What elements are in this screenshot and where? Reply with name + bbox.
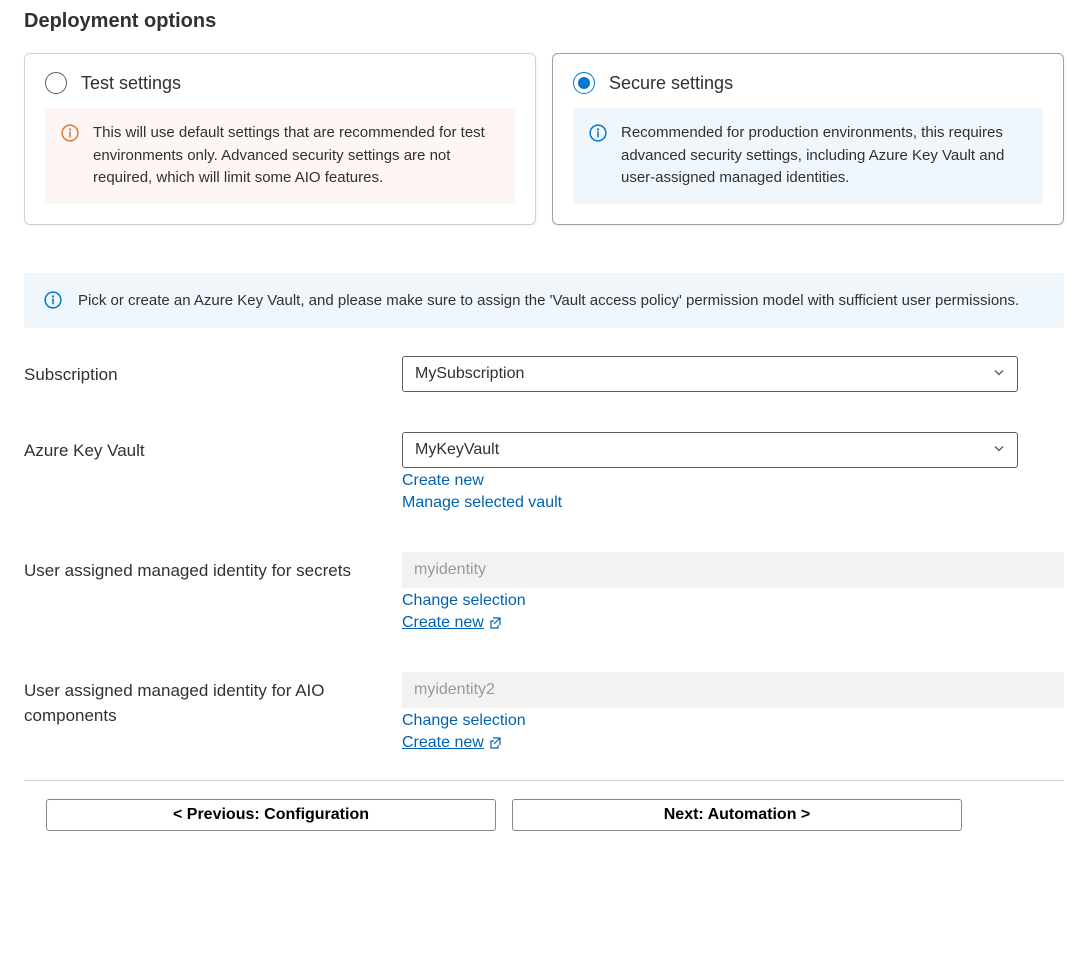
secure-settings-title: Secure settings <box>609 73 733 94</box>
page-title: Deployment options <box>24 10 1064 33</box>
subscription-row: Subscription MySubscription <box>24 356 1064 392</box>
identity-secrets-change-link[interactable]: Change selection <box>402 592 526 610</box>
identity-aio-field: myidentity2 <box>402 672 1064 708</box>
keyvault-label: Azure Key Vault <box>24 432 402 464</box>
identity-aio-change-link[interactable]: Change selection <box>402 712 526 730</box>
external-link-icon <box>488 616 502 630</box>
previous-button[interactable]: < Previous: Configuration <box>46 799 496 831</box>
identity-secrets-field: myidentity <box>402 552 1064 588</box>
info-icon <box>589 124 607 142</box>
keyvault-banner-text: Pick or create an Azure Key Vault, and p… <box>78 289 1019 312</box>
test-settings-title: Test settings <box>81 73 181 94</box>
identity-aio-label: User assigned managed identity for AIO c… <box>24 672 402 729</box>
info-icon <box>44 291 62 309</box>
identity-secrets-create-new-link[interactable]: Create new <box>402 614 502 632</box>
test-settings-description: This will use default settings that are … <box>93 122 499 190</box>
keyvault-banner: Pick or create an Azure Key Vault, and p… <box>24 273 1064 328</box>
separator <box>24 780 1064 781</box>
next-button[interactable]: Next: Automation > <box>512 799 962 831</box>
identity-secrets-row: User assigned managed identity for secre… <box>24 552 1064 632</box>
info-icon <box>61 124 79 142</box>
deployment-options-group: Test settings This will use default sett… <box>24 53 1064 225</box>
test-settings-info: This will use default settings that are … <box>45 108 515 204</box>
secure-settings-info: Recommended for production environments,… <box>573 108 1043 204</box>
wizard-nav: < Previous: Configuration Next: Automati… <box>24 799 1064 831</box>
keyvault-manage-link[interactable]: Manage selected vault <box>402 494 562 512</box>
secure-settings-description: Recommended for production environments,… <box>621 122 1027 190</box>
keyvault-create-new-link[interactable]: Create new <box>402 472 484 490</box>
external-link-icon <box>488 736 502 750</box>
secure-settings-radio[interactable] <box>573 72 595 94</box>
keyvault-select[interactable]: MyKeyVault <box>402 432 1018 468</box>
identity-aio-row: User assigned managed identity for AIO c… <box>24 672 1064 752</box>
keyvault-row: Azure Key Vault MyKeyVault Create new Ma… <box>24 432 1064 512</box>
subscription-label: Subscription <box>24 356 402 388</box>
subscription-select[interactable]: MySubscription <box>402 356 1018 392</box>
secure-settings-card[interactable]: Secure settings Recommended for producti… <box>552 53 1064 225</box>
identity-aio-create-new-link[interactable]: Create new <box>402 734 502 752</box>
test-settings-radio[interactable] <box>45 72 67 94</box>
test-settings-card[interactable]: Test settings This will use default sett… <box>24 53 536 225</box>
identity-secrets-label: User assigned managed identity for secre… <box>24 552 402 584</box>
